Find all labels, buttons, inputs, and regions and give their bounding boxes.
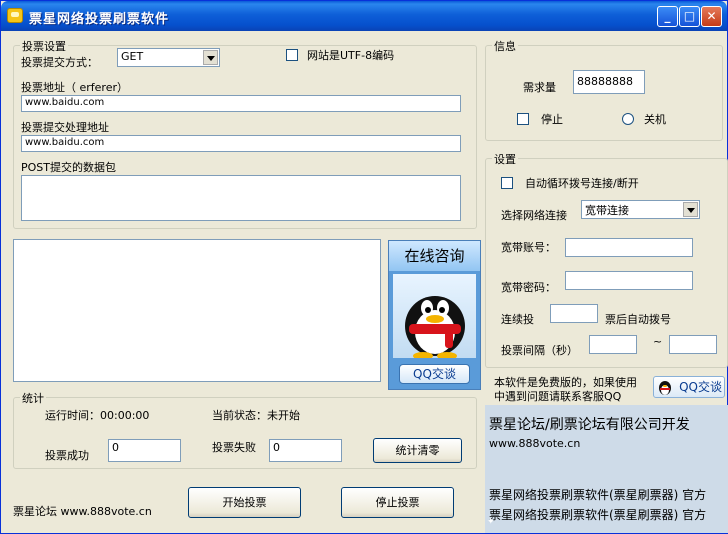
auto-dial-checkbox[interactable] <box>501 177 513 189</box>
stop-label: 停止 <box>541 113 563 126</box>
status-label: 当前状态：未开始 <box>212 407 300 423</box>
start-vote-button[interactable]: 开始投票 <box>188 487 301 518</box>
qq-chat-small-button[interactable]: QQ交谈 <box>653 376 725 398</box>
password-input[interactable] <box>565 271 693 290</box>
runtime-value: 00:00:00 <box>100 409 150 422</box>
reset-stats-button[interactable]: 统计清零 <box>373 438 462 463</box>
utf8-checkbox[interactable] <box>286 49 298 61</box>
chevron-down-icon[interactable] <box>203 50 218 65</box>
settings-title: 设置 <box>492 151 518 167</box>
chevron-down-icon[interactable] <box>683 202 698 217</box>
interval-tilde: ~ <box>653 335 663 348</box>
maximize-button[interactable]: □ <box>679 6 700 27</box>
stats-title: 统计 <box>20 390 46 406</box>
utf8-label: 网站是UTF-8编码 <box>307 49 395 62</box>
window-title: 票星网络投票刷票软件 <box>29 12 170 27</box>
stop-checkbox[interactable] <box>517 113 529 125</box>
banner-line-3: 票星网络投票刷票软件(票星刷票器) 官方 <box>489 488 707 502</box>
online-consult-header: 在线咨询 <box>389 241 480 271</box>
fail-count-field[interactable]: 0 <box>269 439 342 462</box>
footer-site-text: 票星论坛 www.888vote.cn <box>13 505 152 518</box>
after-dial-label: 票后自动拨号 <box>605 313 671 326</box>
post-data-textarea[interactable] <box>21 175 461 221</box>
network-label: 选择网络连接 <box>501 209 567 222</box>
shutdown-label: 关机 <box>644 113 666 126</box>
submit-method-label: 投票提交方式： <box>21 56 98 69</box>
banner-line-2: www.888vote.cn <box>489 437 581 450</box>
vote-settings-title: 投票设置 <box>20 38 68 54</box>
demand-label: 需求量 <box>523 81 556 94</box>
auto-dial-label: 自动循环拨号连接/断开 <box>525 177 639 190</box>
minimize-button[interactable]: _ <box>657 6 678 27</box>
consecutive-input[interactable] <box>550 304 598 323</box>
qq-chat-small-label: QQ交谈 <box>679 380 722 394</box>
vote-url-input[interactable]: www.baidu.com <box>21 95 461 112</box>
close-button[interactable]: ✕ <box>701 6 722 27</box>
submit-method-value: GET <box>121 50 144 63</box>
process-url-label: 投票提交处理地址 <box>21 121 109 134</box>
post-data-label: POST提交的数据包 <box>21 161 116 174</box>
network-select[interactable]: 宽带连接 <box>581 200 700 219</box>
banner-line-1: 票星论坛/刷票论坛有限公司开发 <box>489 417 690 433</box>
shutdown-radio[interactable] <box>622 113 634 125</box>
account-label: 宽带账号： <box>501 241 556 254</box>
success-count-field[interactable]: 0 <box>108 439 181 462</box>
app-icon <box>7 8 23 23</box>
notice-line-2: 中遇到问题请联系客服QQ <box>494 390 622 403</box>
account-input[interactable] <box>565 238 693 257</box>
status-value: 未开始 <box>267 409 300 422</box>
qq-penguin-icon <box>393 274 476 360</box>
interval-from-input[interactable] <box>589 335 637 354</box>
consecutive-label: 连续投 <box>501 313 534 326</box>
main-window: 票星网络投票刷票软件 _ □ ✕ 投票设置 投票提交方式： GET 网站是UTF… <box>0 0 728 534</box>
sparkle-icon: ✦ <box>487 517 495 527</box>
network-value: 宽带连接 <box>585 204 629 217</box>
online-consult-panel: 在线咨询 QQ交谈 <box>388 240 481 390</box>
success-label: 投票成功 <box>45 449 89 462</box>
status-label-text: 当前状态： <box>212 409 267 422</box>
interval-label: 投票间隔（秒） <box>501 344 578 357</box>
vote-url-label: 投票地址（ erferer） <box>21 81 128 94</box>
log-output[interactable] <box>13 239 381 382</box>
title-bar[interactable]: 票星网络投票刷票软件 _ □ ✕ <box>1 1 727 31</box>
qq-chat-button[interactable]: QQ交谈 <box>399 364 470 384</box>
banner-line-4: 票星网络投票刷票软件(票星刷票器) 官方 <box>489 508 707 522</box>
submit-method-select[interactable]: GET <box>117 48 220 67</box>
fail-label: 投票失败 <box>212 441 256 454</box>
runtime-label: 运行时间：00:00:00 <box>45 407 149 423</box>
stop-vote-button[interactable]: 停止投票 <box>341 487 454 518</box>
process-url-input[interactable]: www.baidu.com <box>21 135 461 152</box>
demand-input[interactable]: 88888888 <box>573 70 645 94</box>
info-title: 信息 <box>492 38 518 54</box>
interval-to-input[interactable] <box>669 335 717 354</box>
runtime-label-text: 运行时间： <box>45 409 100 422</box>
qq-penguin-icon <box>657 379 673 396</box>
password-label: 宽带密码： <box>501 281 556 294</box>
ad-banner[interactable]: 票星论坛/刷票论坛有限公司开发 www.888vote.cn 票星网络投票刷票软… <box>485 405 728 533</box>
